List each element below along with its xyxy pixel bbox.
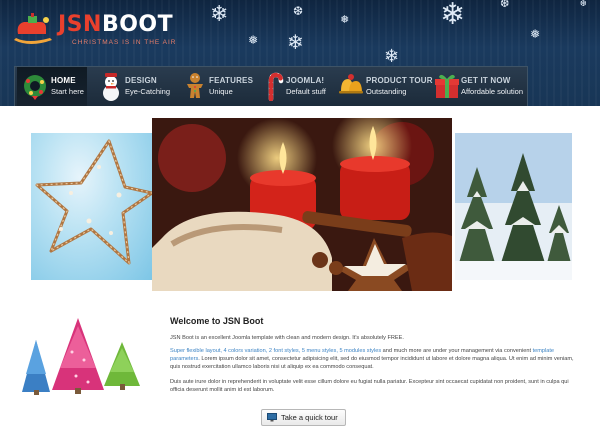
logo-tagline: CHRISTMAS IS IN THE AIR: [72, 39, 177, 46]
bells-icon: [339, 74, 363, 94]
snowflake-icon: ❄: [287, 30, 304, 54]
site-logo[interactable]: JSNBOOT CHRISTMAS IS IN THE AIR: [14, 10, 176, 50]
christmas-trees-illustration: [22, 318, 140, 395]
snowflake-icon: ❄: [440, 0, 466, 32]
menu-item-subtitle: Eye-Catching: [125, 87, 171, 96]
candles-stollen-image: [152, 118, 452, 291]
slideshow-image-candles[interactable]: [152, 118, 452, 291]
snowflake-icon: ❆: [293, 4, 304, 18]
gift-box-icon: [435, 74, 459, 98]
menu-item-subtitle: Affordable solution: [461, 87, 523, 96]
menu-item-title: JOOMLA!: [286, 76, 325, 85]
features-text: and much more are under your management …: [381, 348, 533, 354]
menu-item-get-it-now[interactable]: GET IT NOW Affordable solution: [429, 67, 527, 106]
wreath-icon: [24, 75, 46, 100]
snowflake-icon: ❄: [210, 2, 229, 27]
main-menu: HOME Start here DESIGN Eye-Catching FEAT…: [14, 66, 528, 106]
logo-title: JSNBOOT: [58, 12, 174, 37]
menu-item-title: PRODUCT TOUR: [366, 76, 433, 85]
ornament-star-image: [35, 139, 152, 265]
menu-item-title: GET IT NOW: [461, 76, 511, 85]
snowy-trees-image: [455, 133, 572, 280]
lorem-paragraph: Duis aute irure dolor in reprehenderit i…: [170, 379, 569, 393]
snowflake-icon: ❅: [530, 27, 541, 41]
menu-item-subtitle: Unique: [209, 87, 233, 96]
menu-item-subtitle: Outstanding: [366, 87, 407, 96]
menu-item-design[interactable]: DESIGN Eye-Catching: [93, 67, 173, 106]
pink-tree-icon: [52, 318, 104, 394]
snowflake-icon: ❆: [500, 0, 510, 10]
menu-item-product-tour[interactable]: PRODUCT TOUR Outstanding: [333, 67, 433, 106]
green-tree-icon: [104, 342, 140, 390]
menu-item-title: DESIGN: [125, 76, 157, 85]
snowflake-icon: ❅: [340, 13, 350, 26]
snowflake-icon: ❆: [580, 0, 587, 8]
slideshow-image-snowy-trees[interactable]: [455, 133, 572, 280]
intro-paragraph: JSN Boot is an excellent Joomla template…: [170, 335, 404, 341]
menu-item-features[interactable]: FEATURES Unique: [177, 67, 257, 106]
blue-tree-icon: [22, 340, 50, 395]
menu-item-title: HOME: [51, 76, 76, 85]
take-tour-button[interactable]: Take a quick tour: [261, 409, 346, 426]
features-paragraph: Super flexible layout, 4 colors variatio…: [170, 347, 582, 371]
menu-item-home[interactable]: HOME Start here: [17, 67, 87, 106]
sleigh-logo-icon: [14, 13, 52, 44]
features-text-rest: . Lorem ipsum dolor sit amet, consectetu…: [170, 356, 574, 370]
monitor-icon: [267, 413, 277, 422]
features-link[interactable]: Super flexible layout, 4 colors variatio…: [170, 348, 381, 354]
menu-item-title: FEATURES: [209, 76, 254, 85]
menu-item-subtitle: Default stuff: [286, 87, 326, 96]
snowman-icon: [103, 73, 119, 101]
candy-cane-icon: [268, 72, 284, 101]
take-tour-label: Take a quick tour: [281, 413, 338, 422]
snowflake-icon: ❅: [248, 33, 259, 47]
gingerbread-man-icon: [187, 73, 203, 98]
welcome-title: Welcome to JSN Boot: [170, 316, 264, 326]
slideshow-image-ornament-star[interactable]: [31, 133, 152, 280]
menu-item-subtitle: Start here: [51, 87, 84, 96]
snowflake-icon: ❄: [384, 46, 400, 67]
site-header: ❄ ❅ ❄ ❆ ❅ ❄ ❄ ❆ ❅ ❆ JSNBOOT CHRISTMAS IS…: [0, 0, 600, 106]
menu-item-joomla[interactable]: JOOMLA! Default stuff: [255, 67, 327, 106]
